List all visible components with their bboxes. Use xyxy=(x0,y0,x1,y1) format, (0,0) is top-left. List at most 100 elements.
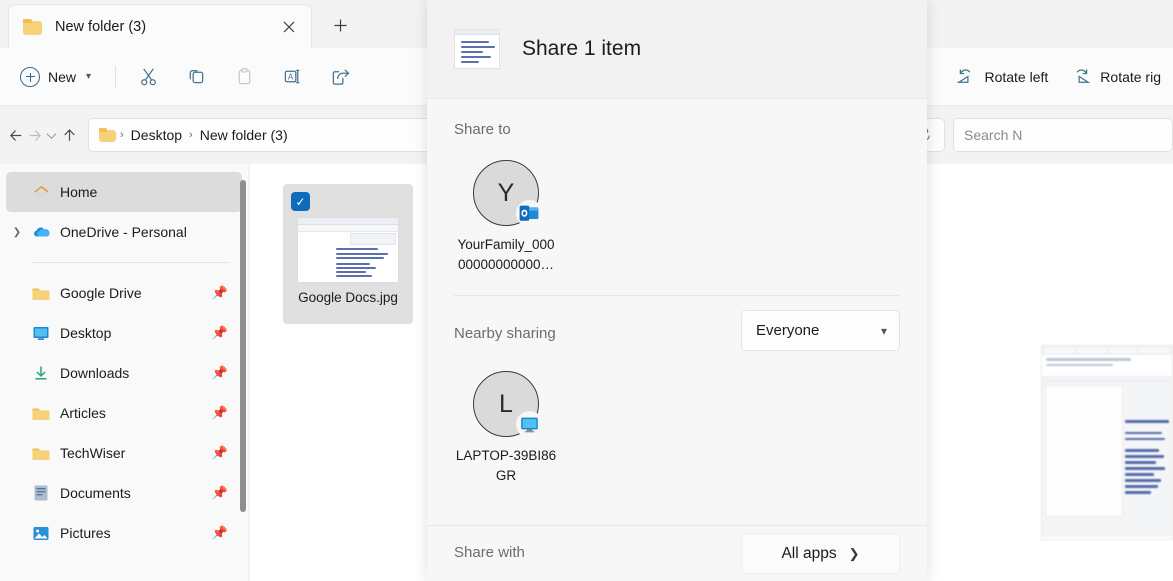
pin-icon[interactable]: 📌 xyxy=(212,285,228,301)
close-icon[interactable] xyxy=(275,13,303,41)
breadcrumb-new-folder-3[interactable]: New folder (3) xyxy=(196,127,292,143)
pin-icon[interactable]: 📌 xyxy=(212,325,228,341)
file-item-google-docs-jpg[interactable]: ✓ Google Docs.jpg xyxy=(283,184,413,324)
device-name: LAPTOP-39BI86 GR xyxy=(454,446,558,486)
share-to-section: Share to Y YourFamily_000 00000000000… xyxy=(427,99,927,275)
folder-icon xyxy=(28,446,54,461)
sidebar-item-label: Articles xyxy=(60,405,106,421)
contact-yourfamily[interactable]: Y YourFamily_000 00000000000… xyxy=(454,160,558,275)
toolbar-divider xyxy=(115,65,117,88)
rename-button[interactable]: A xyxy=(272,60,312,94)
device-laptop-39bi86gr[interactable]: L LAPTOP-39BI86 GR xyxy=(454,371,558,486)
all-apps-button[interactable]: All apps ❯ xyxy=(741,533,900,574)
contacts-row: Y YourFamily_000 00000000000… xyxy=(454,140,900,275)
pin-icon[interactable]: 📌 xyxy=(212,405,228,421)
rename-icon: A xyxy=(284,69,299,84)
plus-icon xyxy=(20,66,40,87)
sidebar-item-label: Home xyxy=(60,184,98,200)
nearby-sharing-section: Nearby sharing Everyone ▾ L LAPTOP-39BI8… xyxy=(427,296,927,486)
rotate-right-label: Rotate rig xyxy=(1100,68,1161,85)
share-dialog: Share 1 item Share to Y YourFamily_000 0… xyxy=(427,0,927,581)
forward-button[interactable] xyxy=(26,119,44,151)
sidebar-divider xyxy=(32,262,230,263)
chevron-down-icon: ▾ xyxy=(880,323,887,338)
sidebar-item-downloads[interactable]: Downloads 📌 xyxy=(6,353,242,393)
sidebar-item-techwiser[interactable]: TechWiser 📌 xyxy=(6,433,242,473)
nearby-sharing-dropdown[interactable]: Everyone ▾ xyxy=(741,310,900,351)
cut-button[interactable] xyxy=(128,60,168,94)
chevron-right-icon[interactable]: ❯ xyxy=(6,227,28,238)
sidebar-item-onedrive-personal[interactable]: ❯ OneDrive - Personal xyxy=(6,212,242,252)
folder-icon xyxy=(99,128,117,142)
sidebar-item-desktop[interactable]: Desktop 📌 xyxy=(6,313,242,353)
pin-icon[interactable]: 📌 xyxy=(212,445,228,461)
sidebar-item-label: OneDrive - Personal xyxy=(60,224,187,240)
search-input[interactable]: Search N xyxy=(953,118,1173,152)
arrow-up-icon xyxy=(64,128,75,141)
sidebar-item-label: Google Drive xyxy=(60,285,142,301)
all-apps-label: All apps xyxy=(781,544,837,562)
paste-icon xyxy=(238,68,250,85)
contact-name: YourFamily_000 00000000000… xyxy=(454,235,558,275)
sidebar-item-label: TechWiser xyxy=(60,445,126,461)
rotate-left-label: Rotate left xyxy=(984,68,1049,85)
rotate-group: Rotate left Rotate rig xyxy=(944,60,1173,94)
monitor-icon xyxy=(516,411,543,438)
tab-new-folder-3[interactable]: New folder (3) xyxy=(8,4,312,48)
breadcrumb-separator: › xyxy=(189,129,193,141)
new-button-label: New xyxy=(48,68,77,85)
tab-title: New folder (3) xyxy=(55,18,147,35)
home-icon xyxy=(28,184,54,201)
search-placeholder: Search N xyxy=(964,127,1023,143)
sidebar-item-label: Pictures xyxy=(60,525,111,541)
rotate-right-button[interactable]: Rotate rig xyxy=(1060,60,1173,94)
desktop-icon xyxy=(28,326,54,341)
sidebar-item-pictures[interactable]: Pictures 📌 xyxy=(6,513,242,553)
sidebar-item-articles[interactable]: Articles 📌 xyxy=(6,393,242,433)
folder-icon xyxy=(28,406,54,421)
svg-text:A: A xyxy=(287,72,293,81)
sidebar-item-label: Documents xyxy=(60,485,131,501)
share-dialog-title: Share 1 item xyxy=(522,37,642,60)
arrow-right-icon xyxy=(29,129,41,141)
sidebar-item-label: Downloads xyxy=(60,365,130,381)
paste-button[interactable] xyxy=(224,60,264,94)
share-item-thumbnail xyxy=(454,29,500,69)
share-dialog-header: Share 1 item xyxy=(427,0,927,99)
devices-row: L LAPTOP-39BI86 GR xyxy=(454,351,900,486)
nearby-sharing-value: Everyone xyxy=(756,322,820,339)
chevron-down-icon: ▾ xyxy=(86,71,92,82)
pictures-icon xyxy=(28,526,54,541)
new-tab-button[interactable] xyxy=(324,10,356,40)
check-icon[interactable]: ✓ xyxy=(291,192,310,211)
nearby-sharing-label: Nearby sharing xyxy=(454,325,556,342)
breadcrumb-desktop[interactable]: Desktop xyxy=(127,127,186,143)
sidebar-scrollbar-thumb[interactable] xyxy=(240,180,246,512)
chevron-right-icon: ❯ xyxy=(848,545,860,561)
file-thumbnail xyxy=(297,217,399,283)
recent-locations-button[interactable] xyxy=(43,119,61,151)
folder-icon xyxy=(23,18,43,35)
navigation-pane: Home ❯ OneDrive - Personal Google Drive xyxy=(0,164,248,581)
copy-button[interactable] xyxy=(176,60,216,94)
up-button[interactable] xyxy=(61,119,79,151)
preview-image xyxy=(1041,345,1173,540)
sidebar-item-home[interactable]: Home xyxy=(6,172,242,212)
sidebar-item-label: Desktop xyxy=(60,325,112,341)
share-button[interactable] xyxy=(320,60,360,94)
scissors-icon xyxy=(140,68,156,86)
new-button[interactable]: New ▾ xyxy=(16,61,101,93)
share-to-label: Share to xyxy=(454,121,511,138)
outlook-icon xyxy=(516,200,543,227)
sidebar-item-documents[interactable]: Documents 📌 xyxy=(6,473,242,513)
share-icon xyxy=(332,69,350,85)
documents-icon xyxy=(28,485,54,501)
pin-icon[interactable]: 📌 xyxy=(212,485,228,501)
pin-icon[interactable]: 📌 xyxy=(212,525,228,541)
sidebar-item-google-drive[interactable]: Google Drive 📌 xyxy=(6,273,242,313)
pin-icon[interactable]: 📌 xyxy=(212,365,228,381)
file-name-label: Google Docs.jpg xyxy=(298,290,398,305)
share-with-section: Share with All apps ❯ xyxy=(427,525,927,581)
rotate-left-button[interactable]: Rotate left xyxy=(944,60,1060,94)
back-button[interactable] xyxy=(8,119,26,151)
